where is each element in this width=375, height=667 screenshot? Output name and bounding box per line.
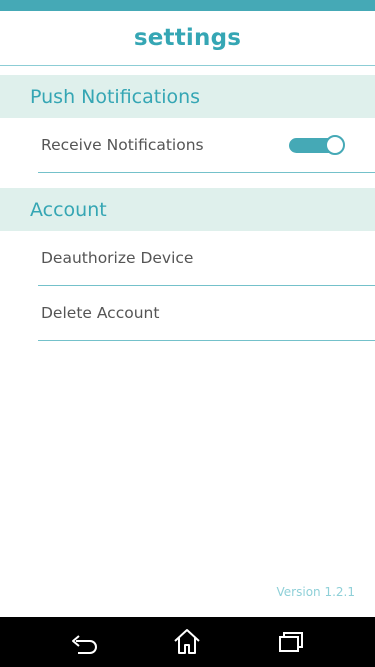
section-title: Account — [30, 198, 107, 221]
toggle-knob — [325, 135, 345, 155]
home-icon[interactable] — [170, 627, 204, 657]
row-label: Receive Notifications — [41, 136, 204, 154]
section-header-push-notifications: Push Notifications — [0, 75, 375, 118]
top-color-bar — [0, 0, 375, 11]
settings-screen: settings Push Notifications Receive Noti… — [0, 0, 375, 667]
system-navigation-bar — [0, 617, 375, 667]
header: settings — [0, 11, 375, 66]
section-header-account: Account — [0, 188, 375, 231]
back-icon[interactable] — [67, 627, 101, 657]
page-title: settings — [133, 25, 242, 51]
notifications-toggle[interactable] — [289, 135, 345, 155]
version-label: Version 1.2.1 — [276, 585, 355, 599]
row-label: Delete Account — [41, 304, 160, 322]
recent-apps-icon[interactable] — [274, 627, 308, 657]
deauthorize-device-row[interactable]: Deauthorize Device — [38, 231, 375, 286]
receive-notifications-row[interactable]: Receive Notifications — [38, 118, 375, 173]
section-title: Push Notifications — [30, 85, 201, 108]
row-label: Deauthorize Device — [41, 249, 194, 267]
delete-account-row[interactable]: Delete Account — [38, 286, 375, 341]
